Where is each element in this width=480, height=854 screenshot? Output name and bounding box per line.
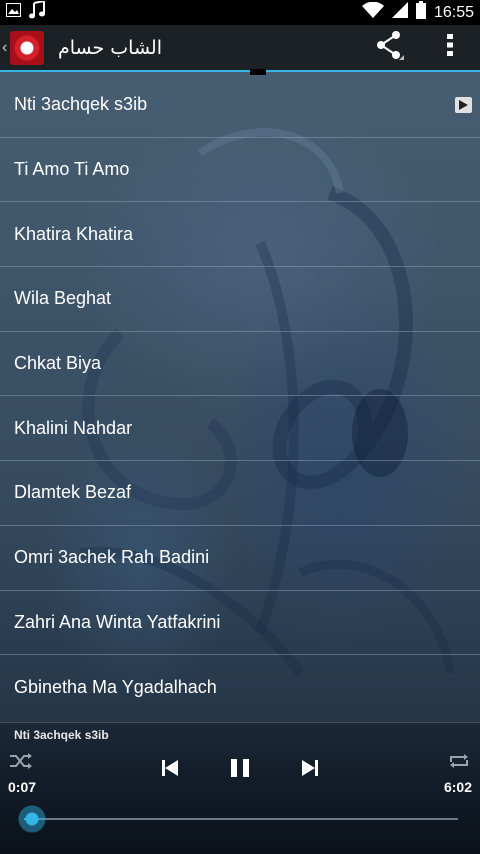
seek-bar[interactable] [24,818,458,820]
play-indicator-icon [455,96,472,113]
song-title: Wila Beghat [14,288,112,309]
pause-button[interactable] [224,757,256,783]
app-title: الشاب حسام [58,36,162,59]
overflow-menu-button[interactable] [420,25,480,70]
pause-icon [231,758,249,782]
song-item[interactable]: Nti 3achqek s3ib [0,73,480,138]
song-title: Omri 3achek Rah Badini [14,547,210,568]
song-title: Zahri Ana Winta Yatfakrini [14,611,221,632]
clock: 16:55 [433,3,474,21]
song-title: Chkat Biya [14,353,102,374]
previous-icon [162,759,178,781]
signal-icon [391,2,408,23]
status-right: 16:55 [361,1,474,24]
app-logo [10,30,44,65]
song-title: Gbinetha Ma Ygadalhach [14,677,217,698]
music-note-icon [29,0,45,24]
song-item[interactable]: Omri 3achek Rah Badini [0,526,480,591]
song-item[interactable]: Ti Amo Ti Amo [0,138,480,203]
song-item[interactable]: Khalini Nahdar [0,396,480,462]
up-navigation-button[interactable]: ‹ [0,25,44,70]
song-item[interactable]: Wila Beghat [0,267,480,332]
chevron-left-icon: ‹ [2,38,8,56]
song-title: Khatira Khatira [14,223,134,244]
repeat-button[interactable] [446,753,472,773]
battery-icon [415,1,426,24]
action-icons [360,25,480,70]
image-icon [6,3,21,22]
shuffle-button[interactable] [8,752,34,774]
share-button[interactable] [360,25,420,70]
song-item[interactable]: Dlamtek Bezaf [0,461,480,526]
song-item[interactable]: Khatira Khatira [0,202,480,268]
song-title: Nti 3achqek s3ib [14,94,148,115]
next-icon [302,759,318,781]
overflow-menu-icon [447,34,453,61]
now-playing-title: Nti 3achqek s3ib [14,728,109,742]
wifi-icon [361,1,384,23]
elapsed-time: 0:07 [8,779,37,795]
previous-button[interactable] [156,757,184,783]
song-title: Dlamtek Bezaf [14,482,132,503]
shuffle-icon [10,752,32,774]
repeat-icon [449,753,469,774]
seek-thumb[interactable] [18,805,47,833]
song-list: Nti 3achqek s3ib Ti Amo Ti Amo Khatira K… [0,73,480,720]
total-time: 6:02 [443,779,472,795]
song-item[interactable]: Zahri Ana Winta Yatfakrini [0,591,480,656]
next-button[interactable] [296,757,324,783]
song-item[interactable]: Chkat Biya [0,332,480,397]
share-icon [376,30,404,65]
song-item[interactable]: Gbinetha Ma Ygadalhach [0,655,480,720]
song-title: Ti Amo Ti Amo [14,159,130,180]
status-left [6,0,45,24]
status-bar: 16:55 [0,0,480,25]
player-panel: Nti 3achqek s3ib 0:07 6:02 [0,722,480,854]
action-bar: ‹ الشاب حسام [0,25,480,72]
song-title: Khalini Nahdar [14,417,133,438]
